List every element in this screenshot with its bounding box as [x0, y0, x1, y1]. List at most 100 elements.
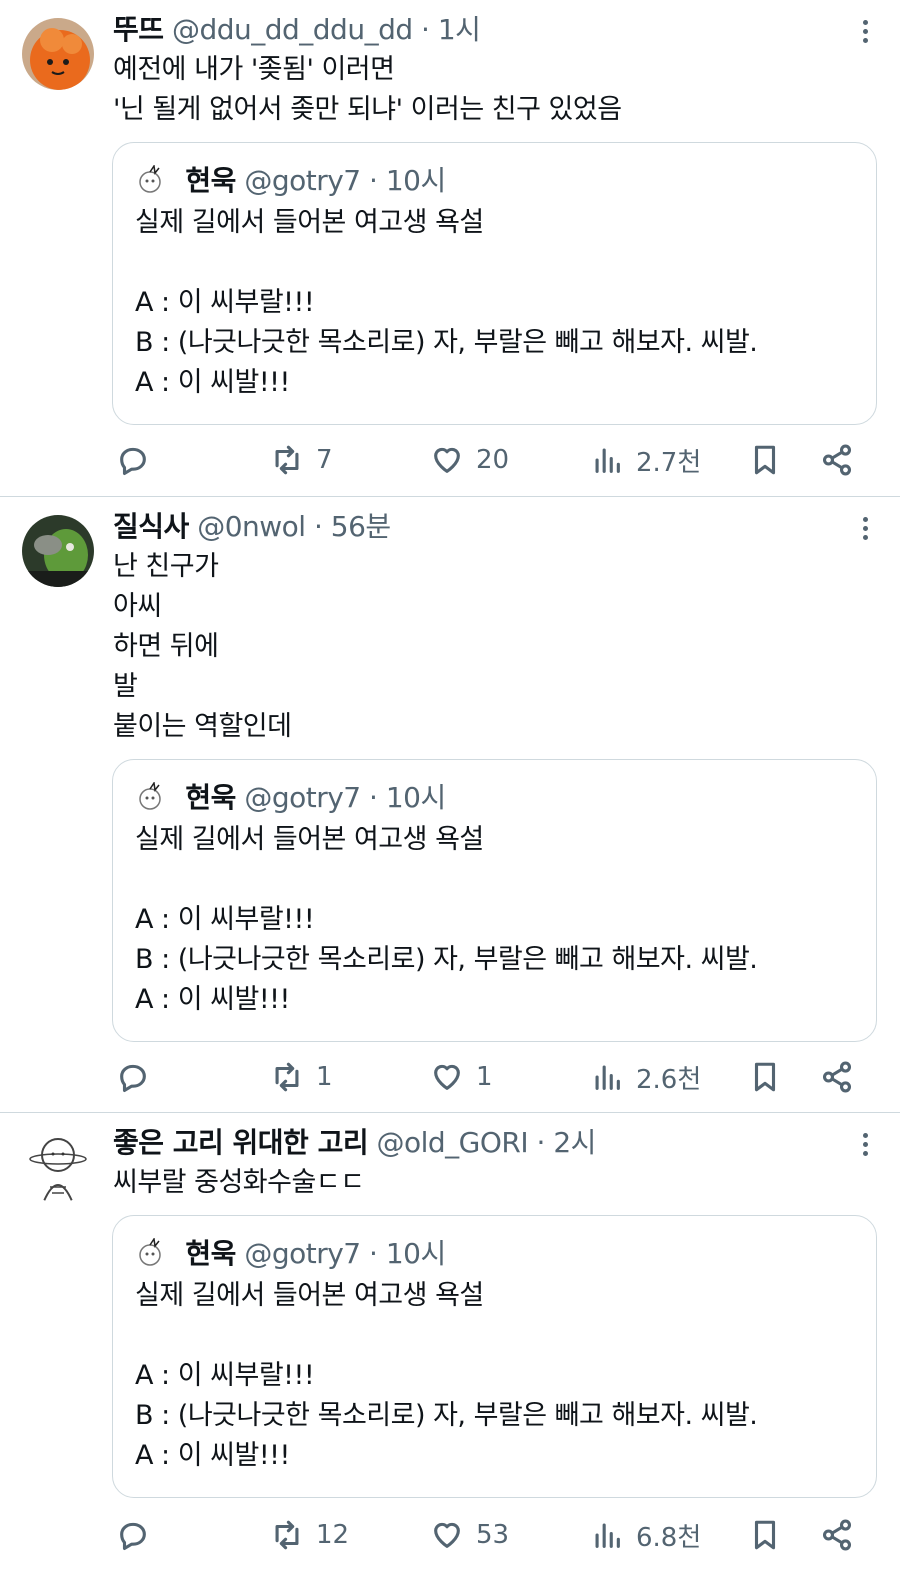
timestamp[interactable]: 56분 — [331, 510, 391, 543]
quoted-name: 현욱 — [185, 164, 236, 197]
quoted-name: 현욱 — [185, 1237, 236, 1270]
share-button[interactable] — [820, 1515, 854, 1555]
retweet-count: 12 — [316, 1520, 350, 1550]
retweet-icon — [275, 445, 299, 475]
quoted-line: A : 이 씨발!!! — [135, 1440, 290, 1471]
display-name[interactable]: 질식사 — [113, 510, 189, 543]
separator: · — [369, 781, 378, 814]
tweet[interactable]: 질식사 @0nwol · 56분 난 친구가 아씨 하면 뒤에 발 붙이는 역할… — [0, 496, 900, 1112]
display-name[interactable]: 뚜뜨 — [113, 13, 164, 46]
more-icon[interactable] — [860, 20, 870, 50]
separator: · — [313, 510, 323, 543]
quoted-time: 10시 — [385, 164, 446, 197]
quoted-line — [135, 243, 757, 283]
tweet-line: 아씨 — [113, 591, 162, 622]
reply-icon — [120, 1522, 146, 1551]
timeline: 뚜뜨 @ddu_dd_ddu_dd · 1시 예전에 내가 '좆됨' 이러면 '… — [0, 0, 900, 1572]
views-button[interactable]: 2.7천 — [590, 440, 701, 480]
quoted-line — [135, 860, 757, 900]
tweet[interactable]: 뚜뜨 @ddu_dd_ddu_dd · 1시 예전에 내가 '좆됨' 이러면 '… — [0, 0, 900, 496]
views-icon — [595, 448, 620, 473]
separator: · — [369, 164, 378, 197]
reply-button[interactable] — [116, 1057, 150, 1097]
more-icon[interactable] — [860, 1133, 870, 1163]
quoted-name: 현욱 — [185, 781, 236, 814]
bookmark-icon — [754, 1520, 776, 1550]
tweet-text: 예전에 내가 '좆됨' 이러면 '닌 될게 없어서 좆만 되냐' 이러는 친구 … — [113, 50, 622, 130]
tweet-header: 뚜뜨 @ddu_dd_ddu_dd · 1시 — [113, 10, 481, 50]
share-button[interactable] — [820, 1057, 854, 1097]
quoted-line: 실제 길에서 들어본 여고생 욕설 — [135, 207, 484, 238]
display-name[interactable]: 좋은 고리 위대한 고리 — [113, 1126, 369, 1159]
reply-button[interactable] — [116, 1515, 150, 1555]
separator: · — [536, 1126, 546, 1159]
reply-button[interactable] — [116, 440, 150, 480]
share-icon — [822, 444, 852, 476]
quoted-text: 실제 길에서 들어본 여고생 욕설 A : 이 씨부랄!!! B : (나긋나긋… — [135, 820, 758, 1020]
bookmark-button[interactable] — [748, 1515, 782, 1555]
like-count: 20 — [476, 445, 510, 475]
views-button[interactable]: 6.8천 — [590, 1515, 701, 1555]
avatar[interactable] — [22, 515, 94, 587]
bookmark-button[interactable] — [748, 1057, 782, 1097]
quoted-line: A : 이 씨부랄!!! — [135, 287, 315, 318]
tweet-header: 좋은 고리 위대한 고리 @old_GORI · 2시 — [113, 1123, 596, 1163]
heart-icon — [434, 1064, 460, 1090]
quoted-line: A : 이 씨발!!! — [135, 984, 290, 1015]
quoted-line: 실제 길에서 들어본 여고생 욕설 — [135, 1280, 484, 1311]
tweet-line: '닌 될게 없어서 좆만 되냐' 이러는 친구 있었음 — [113, 94, 622, 125]
quoted-text: 실제 길에서 들어본 여고생 욕설 A : 이 씨부랄!!! B : (나긋나긋… — [135, 1276, 758, 1476]
like-count: 53 — [476, 1520, 510, 1550]
reply-icon — [120, 1064, 146, 1093]
heart-icon — [434, 447, 460, 473]
avatar[interactable] — [22, 1131, 94, 1203]
tweet-text: 난 친구가 아씨 하면 뒤에 발 붙이는 역할인데 — [113, 547, 292, 747]
quoted-line — [135, 1316, 757, 1356]
separator: · — [369, 1237, 378, 1270]
like-button[interactable]: 53 — [430, 1515, 509, 1555]
retweet-icon — [275, 1062, 299, 1092]
quoted-avatar — [139, 1238, 161, 1266]
views-count: 6.8천 — [636, 1522, 702, 1553]
quoted-text: 실제 길에서 들어본 여고생 욕설 A : 이 씨부랄!!! B : (나긋나긋… — [135, 203, 758, 403]
share-button[interactable] — [820, 440, 854, 480]
quoted-handle: @gotry7 — [244, 781, 361, 814]
heart-icon — [434, 1522, 460, 1548]
action-bar: 12 53 6.8천 — [112, 1515, 862, 1555]
like-button[interactable]: 20 — [430, 440, 509, 480]
tweet-line: 붙이는 역할인데 — [113, 711, 292, 742]
quoted-tweet[interactable]: 현욱 @gotry7 · 10시 실제 길에서 들어본 여고생 욕설 A : 이… — [112, 142, 877, 425]
views-icon — [595, 1523, 620, 1548]
quoted-tweet[interactable]: 현욱 @gotry7 · 10시 실제 길에서 들어본 여고생 욕설 A : 이… — [112, 1215, 877, 1498]
tweet[interactable]: 좋은 고리 위대한 고리 @old_GORI · 2시 씨부랄 중성화수술ㄷㄷ … — [0, 1112, 900, 1572]
quoted-line: A : 이 씨부랄!!! — [135, 1360, 315, 1391]
quoted-handle: @gotry7 — [244, 1237, 361, 1270]
tweet-header: 질식사 @0nwol · 56분 — [113, 507, 391, 547]
retweet-icon — [275, 1520, 299, 1550]
user-handle[interactable]: @ddu_dd_ddu_dd — [172, 13, 413, 46]
retweet-count: 7 — [316, 445, 333, 475]
bookmark-icon — [754, 1062, 776, 1092]
bookmark-button[interactable] — [748, 440, 782, 480]
quoted-tweet[interactable]: 현욱 @gotry7 · 10시 실제 길에서 들어본 여고생 욕설 A : 이… — [112, 759, 877, 1042]
retweet-button[interactable]: 1 — [270, 1057, 333, 1097]
user-handle[interactable]: @0nwol — [197, 510, 306, 543]
more-icon[interactable] — [860, 517, 870, 547]
quoted-avatar — [139, 165, 161, 193]
user-handle[interactable]: @old_GORI — [377, 1126, 529, 1159]
avatar-image — [22, 1131, 94, 1203]
views-button[interactable]: 2.6천 — [590, 1057, 701, 1097]
timestamp[interactable]: 2시 — [553, 1126, 596, 1159]
timestamp[interactable]: 1시 — [438, 13, 481, 46]
retweet-button[interactable]: 7 — [270, 440, 333, 480]
avatar[interactable] — [22, 18, 94, 90]
tweet-line: 예전에 내가 '좆됨' 이러면 — [113, 54, 395, 85]
bookmark-icon — [754, 445, 776, 475]
quoted-time: 10시 — [385, 1237, 446, 1270]
tweet-line: 씨부랄 중성화수술ㄷㄷ — [113, 1167, 365, 1198]
like-button[interactable]: 1 — [430, 1057, 493, 1097]
quoted-line: B : (나긋나긋한 목소리로) 자, 부랄은 빼고 해보자. 씨발. — [135, 944, 758, 975]
retweet-button[interactable]: 12 — [270, 1515, 349, 1555]
quoted-line: A : 이 씨부랄!!! — [135, 904, 315, 935]
quoted-line: 실제 길에서 들어본 여고생 욕설 — [135, 824, 484, 855]
